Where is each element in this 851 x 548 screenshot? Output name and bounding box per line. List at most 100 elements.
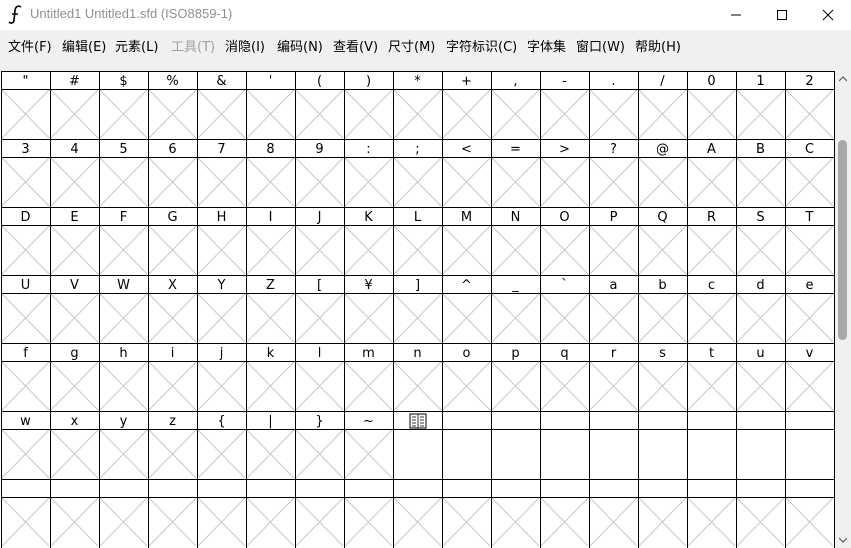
- glyph-label: H: [217, 210, 227, 225]
- menu-item-3[interactable]: 工具(T): [171, 36, 215, 55]
- glyph-label: Z: [266, 278, 275, 293]
- glyph-label: B: [756, 142, 765, 157]
- glyph-label: %: [166, 74, 178, 89]
- glyph-cell[interactable]: [393, 429, 442, 479]
- glyph-label: &: [216, 74, 226, 89]
- menu-item-10[interactable]: 窗口(W): [576, 36, 625, 55]
- glyph-label: C: [805, 142, 814, 157]
- menu-item-9[interactable]: 字体集: [527, 36, 566, 55]
- glyph-label: 6: [168, 142, 176, 157]
- glyph-label: 5: [119, 142, 127, 157]
- glyph-label: k: [267, 346, 275, 361]
- glyph-cell[interactable]: [442, 429, 491, 479]
- glyph-label: 2: [805, 74, 813, 89]
- glyph-label: :: [366, 142, 370, 157]
- glyph-label: u: [756, 346, 764, 361]
- glyph-label: -: [562, 74, 567, 89]
- maximize-button[interactable]: [759, 0, 805, 30]
- menu-item-2[interactable]: 元素(L): [115, 36, 158, 55]
- glyph-label: 9: [315, 142, 323, 157]
- menu-item-4[interactable]: 消隐(I): [225, 36, 265, 55]
- glyph-label: W: [117, 278, 130, 293]
- fontforge-icon: [8, 5, 22, 24]
- glyph-label: _: [511, 278, 519, 293]
- menu-item-6[interactable]: 查看(V): [333, 36, 378, 55]
- glyph-grid[interactable]: " # $% & ' () * +, -. / 0 1 2 3 4 5 6 7 8 9:; < = >? @ A B C D E F G H I…: [1, 71, 835, 548]
- glyph-label: a: [610, 278, 618, 293]
- glyph-label: 7: [217, 142, 225, 157]
- glyph-label: N: [511, 210, 521, 225]
- glyph-label: I: [269, 210, 273, 225]
- glyph-label: j: [219, 346, 224, 361]
- glyph-label: {: [217, 414, 225, 429]
- glyph-label: ;: [415, 142, 419, 157]
- glyph-label: U: [21, 278, 31, 293]
- menu-item-7[interactable]: 尺寸(M): [388, 36, 435, 55]
- glyph-grid-canvas[interactable]: " # $% & ' () * +, -. / 0 1 2 3 4 5 6 7 8 9:; < = >? @ A B C D E F G H I…: [1, 71, 835, 548]
- menu-item-0[interactable]: 文件(F): [8, 36, 52, 55]
- menu-item-11[interactable]: 帮助(H): [635, 36, 681, 55]
- glyph-label: 3: [21, 142, 29, 157]
- glyph-cell[interactable]: [785, 429, 834, 479]
- glyph-cell[interactable]: [540, 429, 589, 479]
- glyph-label: L: [414, 210, 422, 225]
- scroll-down-button[interactable]: [835, 532, 851, 548]
- glyph-label: <: [461, 142, 472, 157]
- glyph-label: p: [511, 346, 519, 361]
- menu-item-1[interactable]: 编辑(E): [62, 36, 106, 55]
- scrollbar-thumb[interactable]: [838, 140, 847, 340]
- glyph-label: Y: [217, 278, 226, 293]
- menu-item-5[interactable]: 编码(N): [277, 36, 323, 55]
- glyph-cell[interactable]: [638, 429, 687, 479]
- glyph-label: |: [268, 414, 272, 429]
- glyph-label: 4: [70, 142, 78, 157]
- glyph-label: $: [119, 74, 127, 89]
- glyph-label: *: [414, 74, 421, 89]
- glyph-label: J: [317, 210, 322, 225]
- glyph-label: (: [317, 74, 322, 89]
- minimize-button[interactable]: [713, 0, 759, 30]
- glyph-label: F: [120, 210, 127, 225]
- glyph-label: n: [413, 346, 421, 361]
- glyph-label: E: [70, 210, 78, 225]
- glyph-label: t: [709, 346, 714, 361]
- maximize-icon: [777, 10, 787, 20]
- glyph-label: l: [318, 346, 322, 361]
- glyph-label: K: [364, 210, 373, 225]
- glyph-label: 0: [707, 74, 715, 89]
- glyph-label: f: [23, 346, 28, 361]
- glyph-label: }: [315, 414, 323, 429]
- glyph-cell[interactable]: [736, 429, 785, 479]
- glyph-label: o: [463, 346, 471, 361]
- glyph-label: [: [317, 278, 322, 293]
- glyph-label: ': [269, 74, 273, 89]
- glyph-label: w: [20, 414, 31, 429]
- glyph-label: @: [656, 142, 669, 157]
- glyph-label: ^: [461, 278, 472, 293]
- glyph-label: c: [708, 278, 715, 293]
- glyph-label: m: [362, 346, 375, 361]
- glyph-label: >: [559, 142, 570, 157]
- scroll-up-button[interactable]: [835, 71, 851, 87]
- glyph-label: v: [806, 346, 814, 361]
- glyph-label: ,: [513, 74, 517, 89]
- close-button[interactable]: [805, 0, 851, 30]
- title-bar[interactable]: Untitled1 Untitled1.sfd (ISO8859-1): [0, 0, 851, 30]
- minimize-icon: [731, 14, 741, 16]
- menu-item-8[interactable]: 字符标识(C): [446, 36, 517, 55]
- unencoded-glyph-icon: [409, 413, 427, 429]
- glyph-label: D: [20, 210, 30, 225]
- glyph-label: ¥: [364, 278, 372, 293]
- glyph-cell[interactable]: [687, 429, 736, 479]
- window-title: Untitled1 Untitled1.sfd (ISO8859-1): [30, 6, 233, 21]
- glyph-cell[interactable]: [589, 429, 638, 479]
- glyph-label: P: [610, 210, 618, 225]
- glyph-label: G: [167, 210, 177, 225]
- glyph-label: A: [707, 142, 716, 157]
- glyph-label: s: [659, 346, 666, 361]
- glyph-label: /: [660, 74, 665, 89]
- close-icon: [822, 9, 834, 21]
- glyph-cell[interactable]: [491, 429, 540, 479]
- glyph-label: ": [23, 74, 29, 89]
- glyph-label: b: [658, 278, 666, 293]
